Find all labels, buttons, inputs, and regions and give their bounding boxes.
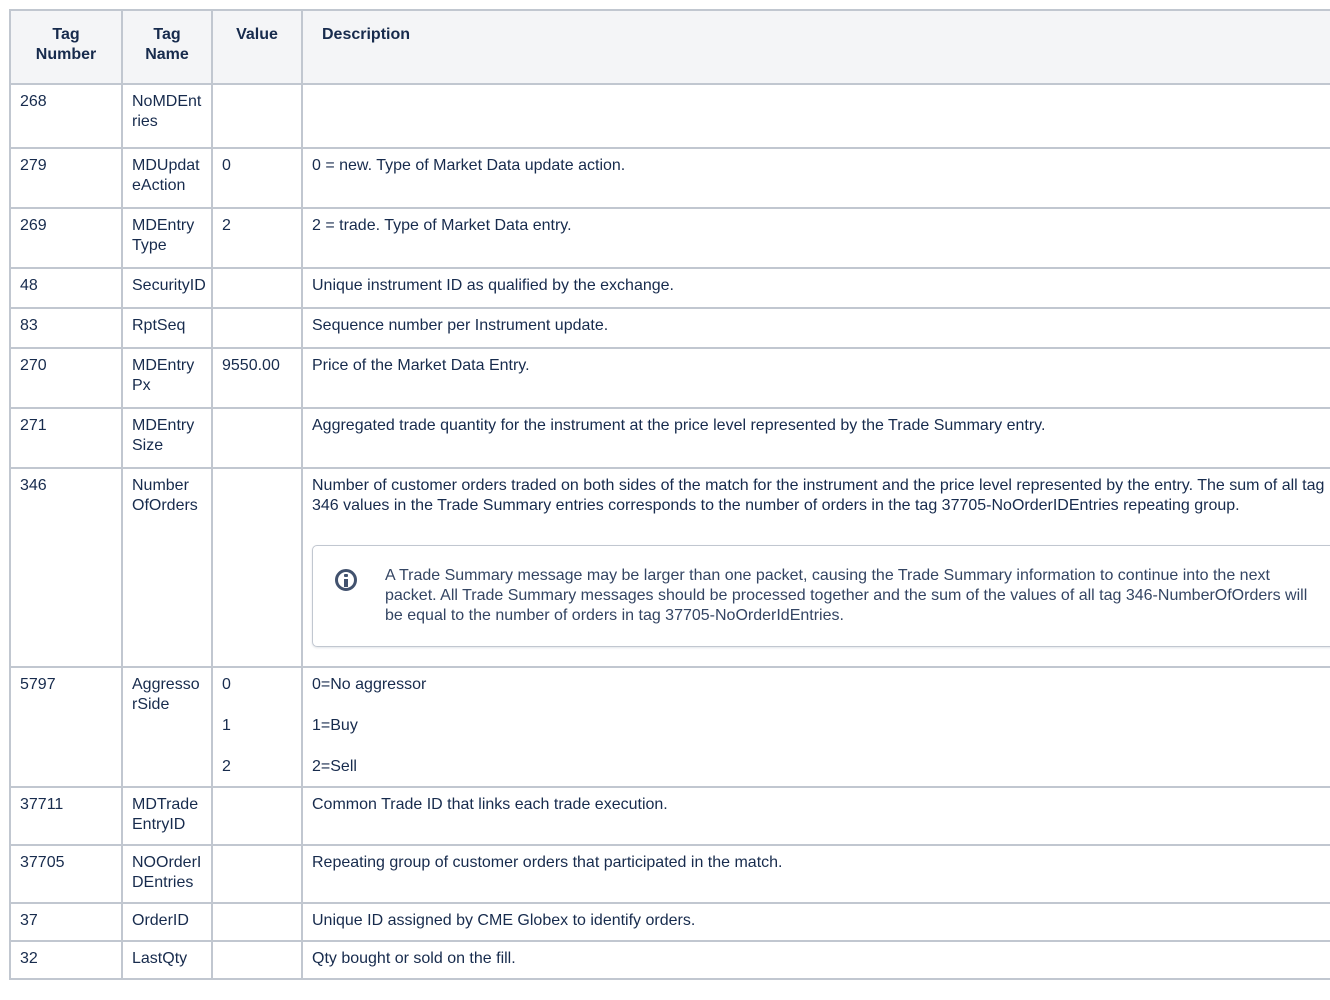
tag-name-cell: AggressorSide <box>121 666 213 788</box>
tag-number-cell: 37711 <box>9 786 123 846</box>
table-header-row: Tag Number Tag Name Value Description <box>9 9 1330 85</box>
info-note-text: A Trade Summary message may be larger th… <box>385 567 1308 624</box>
description-text: Number of customer orders traded on both… <box>312 477 1325 514</box>
value-cell: 2 <box>211 207 303 269</box>
description-cell: Common Trade ID that links each trade ex… <box>301 786 1330 846</box>
description-cell: 2 = trade. Type of Market Data entry. <box>301 207 1330 269</box>
description-cell: Sequence number per Instrument update. <box>301 307 1330 349</box>
tag-number-cell: 268 <box>9 83 123 149</box>
tag-name-cell: MDEntryPx <box>121 347 213 409</box>
table-row: 83 RptSeq Sequence number per Instrument… <box>9 307 1330 349</box>
description-cell: 0=No aggressor 1=Buy 2=Sell <box>301 666 1330 788</box>
value-cell <box>211 902 303 942</box>
table-row: 5797 AggressorSide 0 1 2 0=No aggressor … <box>9 666 1330 788</box>
value-cell <box>211 940 303 980</box>
tag-name-cell: Number OfOrders <box>121 467 213 668</box>
value-cell <box>211 786 303 846</box>
tag-number-cell: 48 <box>9 267 123 309</box>
table-row: 346 Number OfOrders Number of customer o… <box>9 467 1330 668</box>
tag-name-cell: SecurityID <box>121 267 213 309</box>
tag-number-cell: 83 <box>9 307 123 349</box>
table-row: 32 LastQty Qty bought or sold on the fil… <box>9 940 1330 980</box>
tag-number-cell: 5797 <box>9 666 123 788</box>
tag-number-cell: 270 <box>9 347 123 409</box>
description-cell: Price of the Market Data Entry. <box>301 347 1330 409</box>
description-option: 1=Buy <box>312 717 358 734</box>
tag-number-cell: 269 <box>9 207 123 269</box>
fix-tag-table: Tag Number Tag Name Value Description 26… <box>9 9 1330 980</box>
table-row: 37 OrderID Unique ID assigned by CME Glo… <box>9 902 1330 942</box>
value-cell: 0 <box>211 147 303 209</box>
table-row: 269 MDEntryType 2 2 = trade. Type of Mar… <box>9 207 1330 269</box>
tag-name-cell: MDUpdateAction <box>121 147 213 209</box>
value-option: 2 <box>222 758 231 775</box>
header-tag-number: Tag Number <box>9 9 123 85</box>
description-cell: Unique instrument ID as qualified by the… <box>301 267 1330 309</box>
header-value: Value <box>211 9 303 85</box>
description-cell: Qty bought or sold on the fill. <box>301 940 1330 980</box>
tag-number-cell: 37705 <box>9 844 123 904</box>
tag-number-cell: 346 <box>9 467 123 668</box>
tag-name-cell: MDEntrySize <box>121 407 213 469</box>
value-cell <box>211 307 303 349</box>
value-cell <box>211 267 303 309</box>
value-cell: 0 1 2 <box>211 666 303 788</box>
tag-name-line: OfOrders <box>132 497 198 514</box>
table-row: 279 MDUpdateAction 0 0 = new. Type of Ma… <box>9 147 1330 209</box>
info-note-box: A Trade Summary message may be larger th… <box>312 545 1330 647</box>
table-row: 37705 NOOrderIDEntries Repeating group o… <box>9 844 1330 904</box>
tag-name-cell: OrderID <box>121 902 213 942</box>
description-option: 0=No aggressor <box>312 676 427 693</box>
tag-number-cell: 279 <box>9 147 123 209</box>
tag-name-cell: LastQty <box>121 940 213 980</box>
fix-tag-table-container: Tag Number Tag Name Value Description 26… <box>9 9 1330 980</box>
tag-name-line: Number <box>132 477 189 494</box>
header-description: Description <box>301 9 1330 85</box>
description-cell <box>301 83 1330 149</box>
tag-number-cell: 32 <box>9 940 123 980</box>
description-cell: Aggregated trade quantity for the instru… <box>301 407 1330 469</box>
table-row: 268 NoMDEntries <box>9 83 1330 149</box>
description-cell: Repeating group of customer orders that … <box>301 844 1330 904</box>
value-cell: 9550.00 <box>211 347 303 409</box>
tag-name-cell: MDEntryType <box>121 207 213 269</box>
value-cell <box>211 83 303 149</box>
value-cell <box>211 844 303 904</box>
value-cell <box>211 407 303 469</box>
tag-name-cell: NOOrderIDEntries <box>121 844 213 904</box>
description-cell: Number of customer orders traded on both… <box>301 467 1330 668</box>
description-option: 2=Sell <box>312 758 357 775</box>
table-row: 48 SecurityID Unique instrument ID as qu… <box>9 267 1330 309</box>
description-cell: 0 = new. Type of Market Data update acti… <box>301 147 1330 209</box>
table-row: 270 MDEntryPx 9550.00 Price of the Marke… <box>9 347 1330 409</box>
table-row: 271 MDEntrySize Aggregated trade quantit… <box>9 407 1330 469</box>
tag-number-cell: 271 <box>9 407 123 469</box>
tag-number-cell: 37 <box>9 902 123 942</box>
tag-name-cell: NoMDEntries <box>121 83 213 149</box>
info-icon <box>335 569 357 591</box>
tag-name-cell: MDTradeEntryID <box>121 786 213 846</box>
tag-name-cell: RptSeq <box>121 307 213 349</box>
header-tag-name: Tag Name <box>121 9 213 85</box>
value-option: 1 <box>222 717 231 734</box>
value-option: 0 <box>222 676 231 693</box>
value-cell <box>211 467 303 668</box>
table-row: 37711 MDTradeEntryID Common Trade ID tha… <box>9 786 1330 846</box>
description-cell: Unique ID assigned by CME Globex to iden… <box>301 902 1330 942</box>
